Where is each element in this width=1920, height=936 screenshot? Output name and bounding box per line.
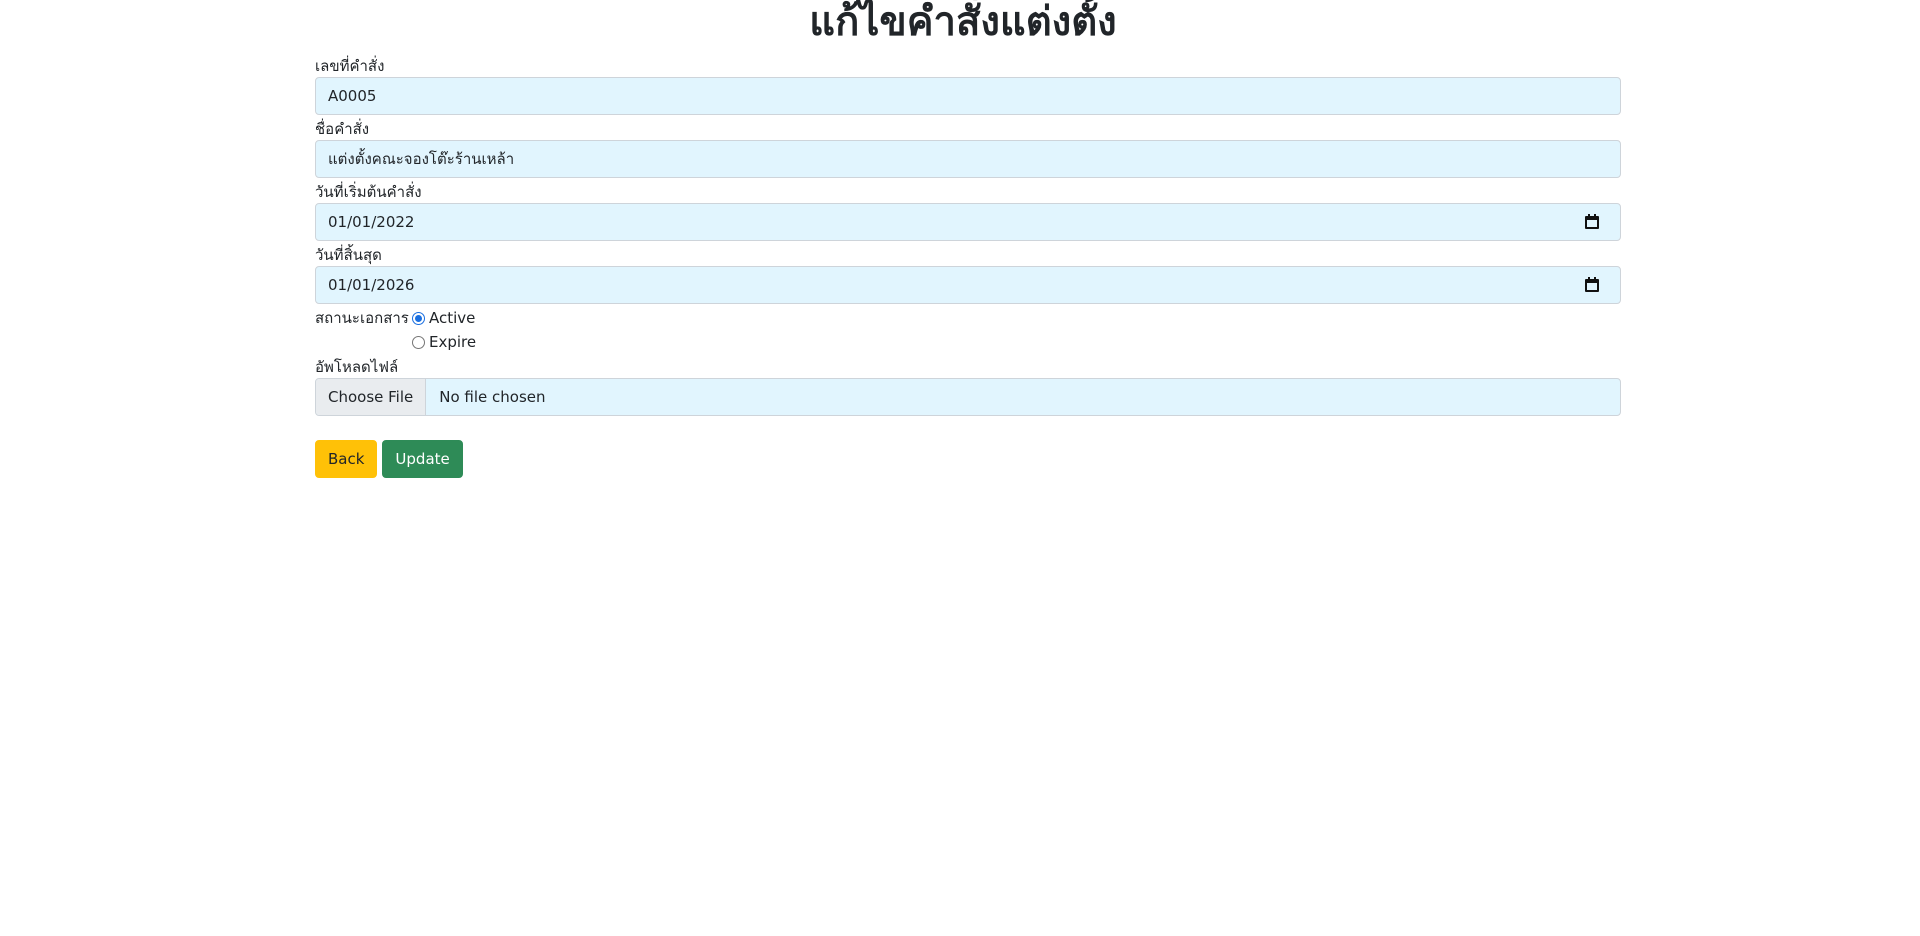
edit-order-form: เลขที่คำสั่ง A0005 ชื่อคำสั่ง แต่งตั้งคณ… [315,55,1621,478]
order-number-group: เลขที่คำสั่ง A0005 [315,55,1621,118]
order-name-input[interactable]: แต่งตั้งคณะจองโต๊ะร้านเหล้า [315,140,1621,178]
upload-label: อัพโหลดไฟล์ [315,358,399,376]
calendar-icon[interactable] [1584,277,1600,293]
status-option-expire-label: Expire [429,333,477,351]
order-name-value: แต่งตั้งคณะจองโต๊ะร้านเหล้า [328,150,515,168]
back-button[interactable]: Back [315,440,378,478]
order-number-label: เลขที่คำสั่ง [315,57,385,75]
start-date-group: วันที่เริ่มต้นคำสั่ง 01/01/2022 [315,181,1621,244]
status-group: สถานะเอกสาร Active Expire [315,307,1621,356]
calendar-icon[interactable] [1584,214,1600,230]
end-date-group: วันที่สิ้นสุด 01/01/2026 [315,244,1621,307]
order-name-label: ชื่อคำสั่ง [315,120,370,138]
form-actions: Back Update [315,440,1621,478]
order-number-input[interactable]: A0005 [315,77,1621,115]
radio-active[interactable] [412,311,425,325]
end-date-label: วันที่สิ้นสุด [315,246,382,264]
upload-group: อัพโหลดไฟล์ Choose File No file chosen [315,356,1621,416]
start-date-input[interactable]: 01/01/2022 [315,203,1621,241]
status-option-expire[interactable]: Expire [412,331,476,353]
status-option-active[interactable]: Active [412,307,475,329]
order-number-value: A0005 [328,87,377,105]
start-date-label: วันที่เริ่มต้นคำสั่ง [315,183,422,201]
status-option-active-label: Active [429,309,476,327]
page: แก้ไขคำสั่งแต่งตั้ง เลขที่คำสั่ง A0005 ช… [0,0,1920,936]
order-name-group: ชื่อคำสั่ง แต่งตั้งคณะจองโต๊ะร้านเหล้า [315,118,1621,181]
file-upload-input[interactable]: Choose File No file chosen [315,378,1621,416]
end-date-value: 01/01/2026 [328,276,415,294]
end-date-input[interactable]: 01/01/2026 [315,266,1621,304]
file-name-text: No file chosen [439,388,546,406]
update-button[interactable]: Update [382,440,463,478]
status-label: สถานะเอกสาร [315,309,409,327]
choose-file-button[interactable]: Choose File [316,379,427,415]
page-title: แก้ไขคำสั่งแต่งตั้ง [809,0,1117,45]
radio-expire[interactable] [412,335,425,349]
start-date-value: 01/01/2022 [328,213,415,231]
